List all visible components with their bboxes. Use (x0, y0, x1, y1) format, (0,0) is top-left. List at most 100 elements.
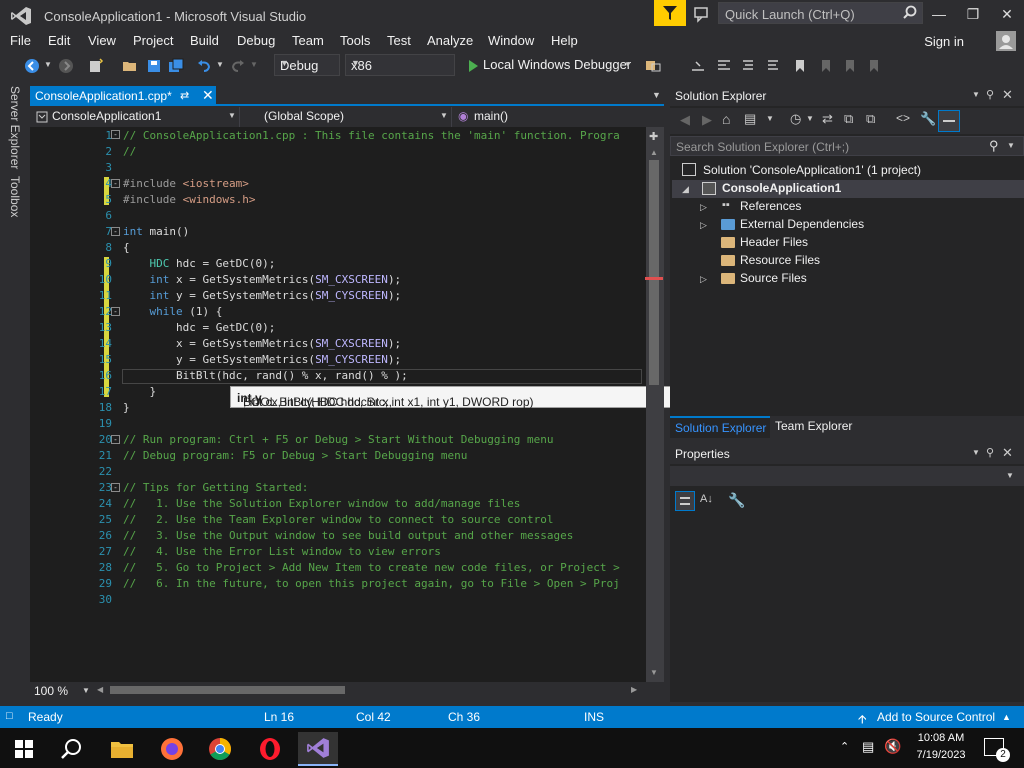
code-line[interactable]: // 6. In the future, to open this projec… (123, 577, 620, 590)
tree-item-external-dependencies[interactable]: External Dependencies (740, 217, 864, 231)
code-line[interactable]: #include <windows.h> (123, 193, 255, 206)
solution-configuration-select[interactable]: Debug ▼ (274, 54, 340, 76)
menu-team[interactable]: Team (292, 33, 324, 48)
code-line[interactable]: #include <iostream> (123, 177, 249, 190)
menu-debug[interactable]: Debug (237, 33, 275, 48)
code-line[interactable]: BitBlt(hdc, rand() % x, rand() % ); (123, 369, 408, 382)
collapse-icon[interactable]: - (111, 435, 120, 444)
project-node[interactable]: ConsoleApplication1 (722, 181, 841, 195)
code-line[interactable]: // (123, 145, 136, 158)
code-line[interactable]: y = GetSystemMetrics(SM_CYSCREEN); (123, 353, 401, 366)
filter-icon[interactable] (654, 0, 686, 26)
tab-solution-explorer[interactable]: Solution Explorer (670, 416, 770, 438)
solution-node[interactable]: Solution 'ConsoleApplication1' (1 projec… (703, 163, 921, 177)
code-line[interactable]: // 3. Use the Output window to see build… (123, 529, 573, 542)
expand-icon[interactable]: ▷ (700, 274, 707, 285)
tree-item-source-files[interactable]: Source Files (740, 271, 807, 285)
properties-object-select[interactable]: ▼ (670, 466, 1024, 486)
tree-item-references[interactable]: References (740, 199, 801, 213)
menu-view[interactable]: View (88, 33, 116, 48)
close-window-button[interactable]: ✕ (990, 0, 1024, 28)
save-all-icon[interactable] (168, 58, 184, 74)
menu-test[interactable]: Test (387, 33, 411, 48)
properties-icon[interactable]: 🔧 (920, 111, 936, 127)
zoom-dropdown-icon[interactable]: ▼ (82, 686, 90, 695)
scope-select[interactable]: (Global Scope) ▼ (240, 107, 452, 127)
redo-icon[interactable] (230, 58, 246, 74)
system-clock[interactable]: 10:08 AM 7/19/2023 (906, 730, 976, 764)
code-line[interactable]: // Tips for Getting Started: (123, 481, 308, 494)
code-line[interactable]: int main() (123, 225, 189, 238)
solution-explorer-search[interactable]: Search Solution Explorer (Ctrl+;) ⚲ ▼ (670, 136, 1024, 156)
code-line[interactable]: // Debug program: F5 or Debug > Start De… (123, 449, 467, 462)
view-code-icon[interactable]: <> (896, 111, 910, 125)
file-explorer-icon[interactable] (102, 732, 142, 766)
code-line[interactable]: // ConsoleApplication1.cpp : This file c… (123, 129, 620, 142)
chrome-icon[interactable] (200, 732, 240, 766)
split-icon[interactable]: ✚ (649, 130, 658, 143)
save-icon[interactable] (146, 58, 162, 74)
add-to-source-control-button[interactable]: Add to Source Control (877, 710, 995, 724)
next-bookmark-icon[interactable] (842, 58, 858, 74)
code-line[interactable]: x = GetSystemMetrics(SM_CXSCREEN); (123, 337, 401, 350)
browse-icon[interactable] (645, 58, 661, 74)
maximize-button[interactable]: ❐ (956, 0, 990, 28)
windows-start-icon[interactable] (4, 732, 44, 766)
preview-icon[interactable] (938, 110, 960, 132)
code-line[interactable]: // 2. Use the Team Explorer window to co… (123, 513, 553, 526)
expanded-icon[interactable]: ◢ (682, 184, 689, 195)
show-hidden-icons-icon[interactable]: ⌃ (840, 740, 849, 753)
code-line[interactable]: { (123, 241, 130, 254)
code-line[interactable]: HDC hdc = GetDC(0); (123, 257, 276, 270)
code-line[interactable]: // 4. Use the Error List window to view … (123, 545, 441, 558)
bookmark-icon[interactable] (792, 58, 808, 74)
expand-icon[interactable]: ▷ (700, 202, 707, 213)
code-line[interactable]: int y = GetSystemMetrics(SM_CYSCREEN); (123, 289, 402, 302)
back-icon[interactable] (24, 58, 40, 74)
scroll-left-icon[interactable]: ◀ (97, 685, 103, 694)
scroll-right-icon[interactable]: ▶ (631, 685, 637, 694)
sync-icon[interactable]: ⇄ (822, 111, 833, 127)
collapse-icon[interactable]: - (111, 307, 120, 316)
panel-options-icon[interactable]: ▼ (972, 90, 980, 99)
status-up-icon[interactable]: ▲ (1002, 712, 1011, 722)
close-icon[interactable]: ✕ (202, 87, 214, 104)
run-target-label[interactable]: Local Windows Debugger (483, 57, 631, 72)
code-line[interactable]: } (123, 401, 130, 414)
menu-build[interactable]: Build (190, 33, 219, 48)
close-icon[interactable]: ✕ (1002, 445, 1013, 461)
quick-launch-input[interactable]: Quick Launch (Ctrl+Q) (718, 2, 923, 24)
horizontal-scrollbar-thumb[interactable] (110, 686, 345, 694)
code-line[interactable]: } (123, 385, 156, 398)
panel-options-icon[interactable]: ▼ (972, 448, 980, 457)
code-line[interactable]: // Run program: Ctrl + F5 or Debug > Sta… (123, 433, 553, 446)
sign-in-link[interactable]: Sign in (924, 34, 964, 49)
menu-analyze[interactable]: Analyze (427, 33, 473, 48)
switch-views-icon[interactable]: ▤ (744, 111, 756, 127)
pin-icon[interactable]: ⚲ (986, 446, 994, 459)
expand-icon[interactable]: ▷ (700, 220, 707, 231)
tree-item-header-files[interactable]: Header Files (740, 235, 808, 249)
menu-help[interactable]: Help (551, 33, 578, 48)
network-icon[interactable]: ▤ (862, 739, 874, 755)
collapse-all-icon[interactable]: ⧉ (844, 111, 853, 127)
tab-dropdown-icon[interactable]: ▼ (652, 90, 661, 100)
scrollbar-thumb[interactable] (649, 160, 659, 385)
code-line[interactable]: hdc = GetDC(0); (123, 321, 275, 334)
toolbox-tab[interactable]: Toolbox (8, 176, 22, 217)
clear-bookmarks-icon[interactable] (866, 58, 882, 74)
search-options-icon[interactable]: ▼ (1007, 141, 1015, 150)
tree-item-resource-files[interactable]: Resource Files (740, 253, 820, 267)
new-project-icon[interactable] (88, 58, 104, 74)
solution-platform-select[interactable]: x86 ▼ (345, 54, 455, 76)
categorized-icon[interactable] (675, 491, 695, 511)
start-debugging-icon[interactable] (465, 58, 481, 74)
open-file-icon[interactable] (122, 58, 138, 74)
minimize-button[interactable]: — (922, 0, 956, 28)
menu-project[interactable]: Project (133, 33, 173, 48)
comment-icon[interactable] (740, 58, 756, 74)
collapse-icon[interactable]: - (111, 130, 120, 139)
scroll-up-icon[interactable]: ▲ (650, 148, 658, 157)
pending-changes-icon[interactable]: ◷ (790, 111, 801, 127)
format-icon[interactable] (716, 58, 732, 74)
